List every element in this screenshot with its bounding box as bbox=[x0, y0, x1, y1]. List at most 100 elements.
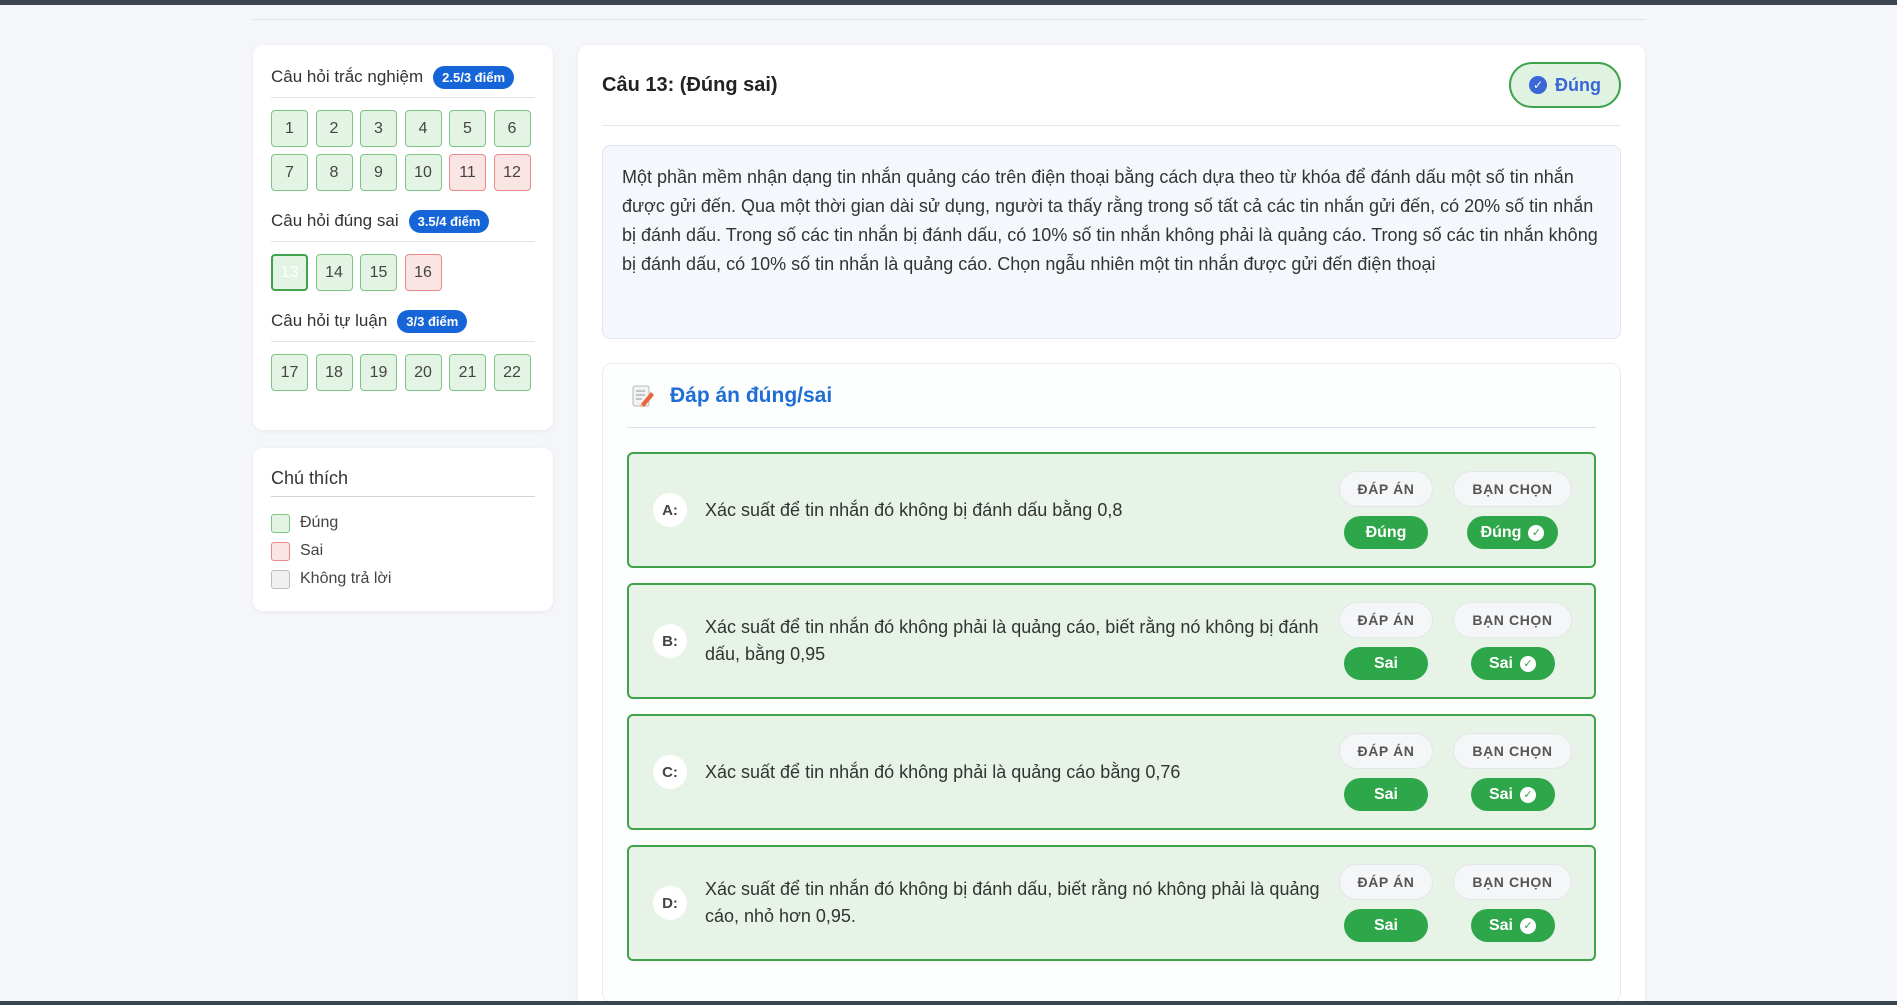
option-results: ĐÁP ÁN Sai BẠN CHỌN Sai ✓ bbox=[1339, 733, 1572, 811]
wrong-swatch bbox=[271, 541, 290, 561]
answer-option-d: D: Xác suất để tin nhắn đó không bị đánh … bbox=[627, 845, 1596, 961]
user-choice-pill: Sai ✓ bbox=[1470, 909, 1555, 942]
check-circle-icon: ✓ bbox=[1520, 655, 1536, 672]
question-button-1[interactable]: 1 bbox=[271, 110, 308, 147]
question-button-11[interactable]: 11 bbox=[449, 154, 486, 191]
question-button-7[interactable]: 7 bbox=[271, 154, 308, 191]
question-button-17[interactable]: 17 bbox=[271, 354, 308, 391]
answer-column-header: ĐÁP ÁN bbox=[1339, 602, 1433, 638]
score-badge: 3/3 điểm bbox=[397, 309, 468, 333]
question-button-5[interactable]: 5 bbox=[449, 110, 486, 147]
answer-column-header: ĐÁP ÁN bbox=[1339, 864, 1433, 900]
user-choice-value: Sai bbox=[1488, 916, 1513, 934]
legend-label: Không trả lời bbox=[300, 570, 392, 587]
question-button-14[interactable]: 14 bbox=[315, 254, 353, 291]
section-divider bbox=[271, 241, 535, 242]
section-header: Câu hỏi tự luận 3/3 điểm bbox=[271, 307, 535, 335]
question-button-13[interactable]: 13 bbox=[271, 254, 308, 291]
legend-label: Sai bbox=[300, 542, 324, 559]
legend-title: Chú thích bbox=[271, 467, 349, 488]
option-letter: D: bbox=[653, 886, 687, 920]
score-badge: 3.5/4 điểm bbox=[408, 209, 490, 233]
choice-column-header: BẠN CHỌN bbox=[1453, 471, 1572, 507]
choice-column-header: BẠN CHỌN bbox=[1453, 733, 1572, 769]
answer-column: ĐÁP ÁN Sai bbox=[1339, 733, 1433, 811]
top-bar bbox=[0, 0, 1897, 5]
option-statement: Xác suất để tin nhắn đó không bị đánh dấ… bbox=[705, 879, 1320, 926]
question-button-19[interactable]: 19 bbox=[360, 354, 397, 391]
correct-answer-pill: Đúng bbox=[1344, 516, 1428, 549]
section-divider bbox=[271, 97, 535, 98]
section-multiple-choice: Câu hỏi trắc nghiệm 2.5/3 điểm 123456789… bbox=[271, 63, 535, 191]
section-header: Câu hỏi đúng sai 3.5/4 điểm bbox=[271, 207, 535, 235]
user-choice-value: Đúng bbox=[1480, 523, 1522, 541]
correct-answer-pill: Sai bbox=[1344, 778, 1428, 811]
option-statement: Xác suất để tin nhắn đó không phải là qu… bbox=[705, 761, 1181, 782]
option-results: ĐÁP ÁN Sai BẠN CHỌN Sai ✓ bbox=[1339, 602, 1572, 680]
pencil-memo-icon bbox=[631, 384, 655, 408]
question-button-18[interactable]: 18 bbox=[315, 354, 353, 391]
correct-answer-value: Đúng bbox=[1365, 523, 1407, 541]
answer-option-a: A: Xác suất để tin nhắn đó không bị đánh … bbox=[627, 452, 1596, 568]
correct-answer-pill: Sai bbox=[1344, 909, 1428, 942]
check-circle-icon: ✓ bbox=[1529, 76, 1548, 94]
question-button-8[interactable]: 8 bbox=[315, 154, 353, 191]
answers-title: Đáp án đúng/sai bbox=[670, 383, 833, 407]
question-grid: 1 2 3 4 5 6 7 8 9 10 11 12 bbox=[271, 110, 535, 191]
option-letter: C: bbox=[653, 755, 687, 789]
legend-item-wrong: Sai bbox=[271, 537, 535, 565]
header-divider bbox=[253, 19, 1645, 20]
answers-section: Đáp án đúng/sai A: Xác suất để tin nhắn đ… bbox=[602, 363, 1621, 1003]
question-button-16[interactable]: 16 bbox=[404, 254, 442, 291]
correct-answer-value: Sai bbox=[1373, 654, 1398, 672]
choice-column: BẠN CHỌN Sai ✓ bbox=[1453, 733, 1572, 811]
choice-column: BẠN CHỌN Đúng ✓ bbox=[1453, 471, 1572, 549]
user-choice-value: Sai bbox=[1488, 785, 1513, 803]
question-button-10[interactable]: 10 bbox=[404, 154, 442, 191]
question-button-3[interactable]: 3 bbox=[360, 110, 397, 147]
question-grid: 17 18 19 20 21 22 bbox=[271, 354, 535, 391]
options-list: A: Xác suất để tin nhắn đó không bị đánh … bbox=[627, 452, 1596, 961]
status-label: Đúng bbox=[1555, 74, 1601, 95]
section-true-false: Câu hỏi đúng sai 3.5/4 điểm 13 14 15 16 bbox=[271, 207, 535, 291]
question-button-4[interactable]: 4 bbox=[404, 110, 442, 147]
correct-answer-value: Sai bbox=[1373, 785, 1398, 803]
answer-option-c: C: Xác suất để tin nhắn đó không phải là … bbox=[627, 714, 1596, 830]
legend-divider bbox=[271, 496, 535, 497]
question-prompt: Một phần mềm nhận dạng tin nhắn quảng cá… bbox=[602, 145, 1621, 339]
answer-column: ĐÁP ÁN Đúng bbox=[1339, 471, 1433, 549]
question-panel: Câu 13: (Đúng sai) ✓ Đúng Một phần mềm n… bbox=[578, 45, 1645, 1005]
question-button-2[interactable]: 2 bbox=[315, 110, 353, 147]
question-button-12[interactable]: 12 bbox=[493, 154, 531, 191]
option-statement: Xác suất để tin nhắn đó không bị đánh dấ… bbox=[705, 499, 1123, 520]
legend-item-correct: Đúng bbox=[271, 509, 535, 537]
section-title: Câu hỏi đúng sai bbox=[271, 211, 399, 230]
question-grid: 13 14 15 16 bbox=[271, 254, 535, 291]
choice-column: BẠN CHỌN Sai ✓ bbox=[1453, 864, 1572, 942]
question-button-20[interactable]: 20 bbox=[404, 354, 442, 391]
option-statement: Xác suất để tin nhắn đó không phải là qu… bbox=[705, 617, 1319, 664]
option-letter: B: bbox=[653, 624, 687, 658]
question-button-21[interactable]: 21 bbox=[449, 354, 486, 391]
section-header: Câu hỏi trắc nghiệm 2.5/3 điểm bbox=[271, 63, 535, 91]
user-choice-value: Sai bbox=[1488, 654, 1513, 672]
question-title: Câu 13: (Đúng sai) bbox=[602, 73, 778, 96]
user-choice-pill: Sai ✓ bbox=[1470, 647, 1555, 680]
question-button-22[interactable]: 22 bbox=[493, 354, 531, 391]
question-button-15[interactable]: 15 bbox=[360, 254, 397, 291]
check-circle-icon: ✓ bbox=[1520, 917, 1536, 934]
section-divider bbox=[271, 341, 535, 342]
correct-swatch bbox=[271, 513, 290, 533]
check-circle-icon: ✓ bbox=[1520, 786, 1536, 803]
user-choice-pill: Đúng ✓ bbox=[1466, 516, 1559, 549]
answers-header: Đáp án đúng/sai bbox=[627, 364, 1596, 428]
answer-column-header: ĐÁP ÁN bbox=[1339, 471, 1433, 507]
choice-column-header: BẠN CHỌN bbox=[1453, 864, 1572, 900]
correct-answer-pill: Sai bbox=[1344, 647, 1428, 680]
choice-column-header: BẠN CHỌN bbox=[1453, 602, 1572, 638]
question-button-9[interactable]: 9 bbox=[360, 154, 397, 191]
section-title: Câu hỏi trắc nghiệm bbox=[271, 67, 424, 86]
question-button-6[interactable]: 6 bbox=[493, 110, 531, 147]
legend-panel: Chú thích Đúng Sai Không trả lời bbox=[253, 448, 553, 611]
answer-column-header: ĐÁP ÁN bbox=[1339, 733, 1433, 769]
